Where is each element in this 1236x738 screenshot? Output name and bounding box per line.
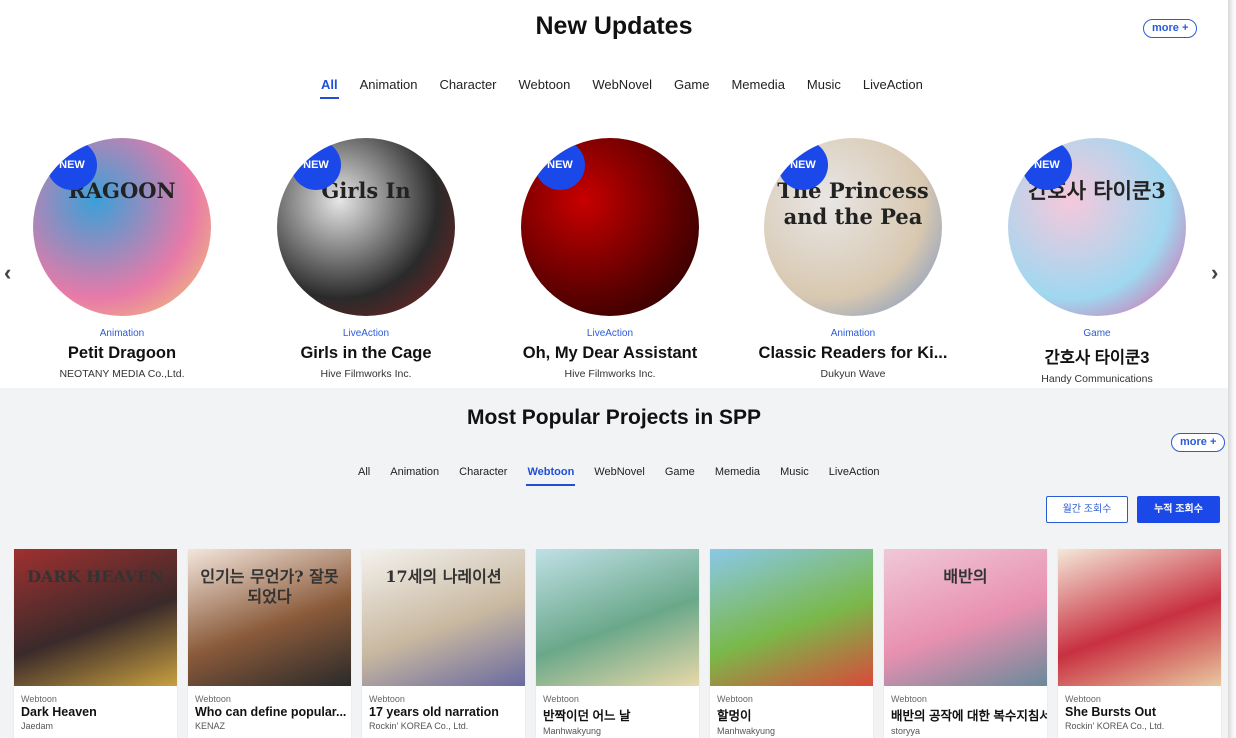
sort-total-button[interactable]: 누적 조회수 bbox=[1137, 496, 1220, 523]
project-company: KENAZ bbox=[195, 721, 226, 731]
tab-memedia[interactable]: Memedia bbox=[720, 77, 795, 93]
new-updates-more-button[interactable]: more + bbox=[1143, 19, 1198, 38]
tab-character[interactable]: Character bbox=[428, 77, 507, 93]
popular-more-button[interactable]: more + bbox=[1171, 433, 1226, 452]
update-thumbnail[interactable]: NEW RAGOON bbox=[33, 138, 211, 316]
tab-game[interactable]: Game bbox=[663, 77, 720, 93]
update-category: LiveAction bbox=[586, 328, 634, 339]
tab-memedia[interactable]: Memedia bbox=[705, 464, 770, 480]
update-title[interactable]: Classic Readers for Ki... bbox=[758, 344, 948, 363]
project-title[interactable]: 할멍이 bbox=[710, 704, 873, 724]
project-title[interactable]: She Bursts Out bbox=[1058, 704, 1221, 719]
project-thumbnail[interactable] bbox=[710, 549, 873, 686]
project-company: Manhwakyung bbox=[543, 726, 602, 736]
project-thumbnail[interactable]: 배반의 bbox=[884, 549, 1047, 686]
project-thumbnail[interactable] bbox=[536, 549, 699, 686]
tab-liveaction[interactable]: LiveAction bbox=[819, 464, 890, 480]
tab-all[interactable]: All bbox=[348, 464, 380, 480]
project-card[interactable]: 배반의 Webtoon 배반의 공작에 대한 복수지침서 storyya bbox=[884, 549, 1047, 738]
tab-webtoon[interactable]: Webtoon bbox=[508, 77, 582, 93]
carousel-next-icon[interactable]: › bbox=[1211, 260, 1218, 286]
project-card[interactable]: 17세의 나레이션 Webtoon 17 years old narration Ro… bbox=[362, 549, 525, 738]
update-thumbnail[interactable]: NEW Girls In bbox=[277, 138, 455, 316]
new-updates-title: New Updates bbox=[535, 12, 693, 40]
update-category: Game bbox=[1083, 328, 1111, 339]
thumbnail-art-text: DARK HEAVEN bbox=[27, 567, 164, 586]
popular-tabs: All Animation Character Webtoon WebNovel Game… bbox=[348, 464, 890, 486]
new-badge: NEW bbox=[1022, 140, 1072, 190]
sort-monthly-button[interactable]: 월간 조회수 bbox=[1046, 496, 1128, 523]
update-category: Animation bbox=[830, 328, 876, 339]
project-card[interactable]: 인기는 무언가? 잘못되었다 Webtoon Who can define popu… bbox=[188, 549, 351, 738]
thumbnail-art-text: 인기는 무언가? 잘못되었다 bbox=[200, 567, 339, 606]
update-thumbnail[interactable]: NEW The Princess and the Pea bbox=[764, 138, 942, 316]
new-badge: NEW bbox=[778, 140, 828, 190]
update-thumbnail[interactable]: NEW 간호사 타이쿤3 bbox=[1008, 138, 1186, 316]
tab-all[interactable]: All bbox=[310, 77, 349, 99]
project-thumbnail[interactable]: 인기는 무언가? 잘못되었다 bbox=[188, 549, 351, 686]
update-company: Hive Filmworks Inc. bbox=[320, 368, 412, 380]
carousel-prev-icon[interactable]: ‹ bbox=[4, 260, 11, 286]
update-company: Dukyun Wave bbox=[820, 368, 886, 380]
new-updates-tabs: All Animation Character Webtoon WebNovel Game… bbox=[310, 77, 934, 99]
update-company: Hive Filmworks Inc. bbox=[564, 368, 656, 380]
project-category: Webtoon bbox=[717, 694, 753, 704]
update-company: Handy Communications bbox=[1041, 373, 1153, 385]
update-card[interactable]: NEW 간호사 타이쿤3 Game 간호사 타이쿤3 Handy Communicati… bbox=[1002, 138, 1192, 385]
project-category: Webtoon bbox=[1065, 694, 1101, 704]
tab-animation[interactable]: Animation bbox=[380, 464, 449, 480]
project-company: Jaedam bbox=[21, 721, 54, 731]
project-thumbnail[interactable] bbox=[1058, 549, 1221, 686]
update-card[interactable]: NEW The Princess and the Pea Animation Clas… bbox=[758, 138, 948, 380]
project-card[interactable]: DARK HEAVEN Webtoon Dark Heaven Jaedam bbox=[14, 549, 177, 738]
thumbnail-art-text: 17세의 나레이션 bbox=[385, 567, 502, 586]
project-category: Webtoon bbox=[543, 694, 579, 704]
update-card[interactable]: NEW LiveAction Oh, My Dear Assistant Hive F… bbox=[515, 138, 705, 380]
scrollbar-edge bbox=[1228, 0, 1236, 738]
project-title[interactable]: 반짝이던 어느 날 bbox=[536, 704, 699, 724]
project-title[interactable]: Dark Heaven bbox=[14, 704, 177, 719]
tab-webnovel[interactable]: WebNovel bbox=[584, 464, 655, 480]
project-category: Webtoon bbox=[195, 694, 231, 704]
project-category: Webtoon bbox=[21, 694, 57, 704]
project-company: storyya bbox=[891, 726, 921, 736]
update-title[interactable]: Girls in the Cage bbox=[271, 344, 461, 363]
update-card[interactable]: NEW RAGOON Animation Petit Dragoon NEOTANY M… bbox=[27, 138, 217, 380]
project-card[interactable]: Webtoon 반짝이던 어느 날 Manhwakyung bbox=[536, 549, 699, 738]
tab-liveaction[interactable]: LiveAction bbox=[852, 77, 934, 93]
project-title[interactable]: 배반의 공작에 대한 복수지침서 bbox=[884, 704, 1047, 724]
project-thumbnail[interactable]: 17세의 나레이션 bbox=[362, 549, 525, 686]
tab-character[interactable]: Character bbox=[449, 464, 517, 480]
new-badge: NEW bbox=[47, 140, 97, 190]
tab-webnovel[interactable]: WebNovel bbox=[581, 77, 663, 93]
project-company: Rockin' KOREA Co., Ltd. bbox=[369, 721, 469, 731]
update-category: LiveAction bbox=[342, 328, 390, 339]
popular-title: Most Popular Projects in SPP bbox=[466, 406, 762, 429]
project-company: Manhwakyung bbox=[717, 726, 776, 736]
tab-webtoon[interactable]: Webtoon bbox=[517, 464, 584, 486]
project-title[interactable]: Who can define popular... bbox=[188, 704, 351, 719]
new-badge: NEW bbox=[535, 140, 585, 190]
project-category: Webtoon bbox=[891, 694, 927, 704]
project-card[interactable]: Webtoon She Bursts Out Rockin' KOREA Co., … bbox=[1058, 549, 1221, 738]
project-title[interactable]: 17 years old narration bbox=[362, 704, 525, 719]
new-badge: NEW bbox=[291, 140, 341, 190]
project-thumbnail[interactable]: DARK HEAVEN bbox=[14, 549, 177, 686]
update-title[interactable]: Petit Dragoon bbox=[27, 344, 217, 363]
thumbnail-art-text: 배반의 bbox=[943, 567, 988, 586]
tab-game[interactable]: Game bbox=[655, 464, 705, 480]
tab-music[interactable]: Music bbox=[770, 464, 819, 480]
update-title[interactable]: 간호사 타이쿤3 bbox=[1002, 344, 1192, 368]
update-title[interactable]: Oh, My Dear Assistant bbox=[515, 344, 705, 363]
project-card[interactable]: Webtoon 할멍이 Manhwakyung bbox=[710, 549, 873, 738]
update-company: NEOTANY MEDIA Co.,Ltd. bbox=[59, 368, 185, 380]
update-category: Animation bbox=[99, 328, 145, 339]
project-category: Webtoon bbox=[369, 694, 405, 704]
project-company: Rockin' KOREA Co., Ltd. bbox=[1065, 721, 1165, 731]
update-thumbnail[interactable]: NEW bbox=[521, 138, 699, 316]
tab-music[interactable]: Music bbox=[796, 77, 852, 93]
tab-animation[interactable]: Animation bbox=[349, 77, 429, 93]
update-card[interactable]: NEW Girls In LiveAction Girls in the Cage Hi… bbox=[271, 138, 461, 380]
